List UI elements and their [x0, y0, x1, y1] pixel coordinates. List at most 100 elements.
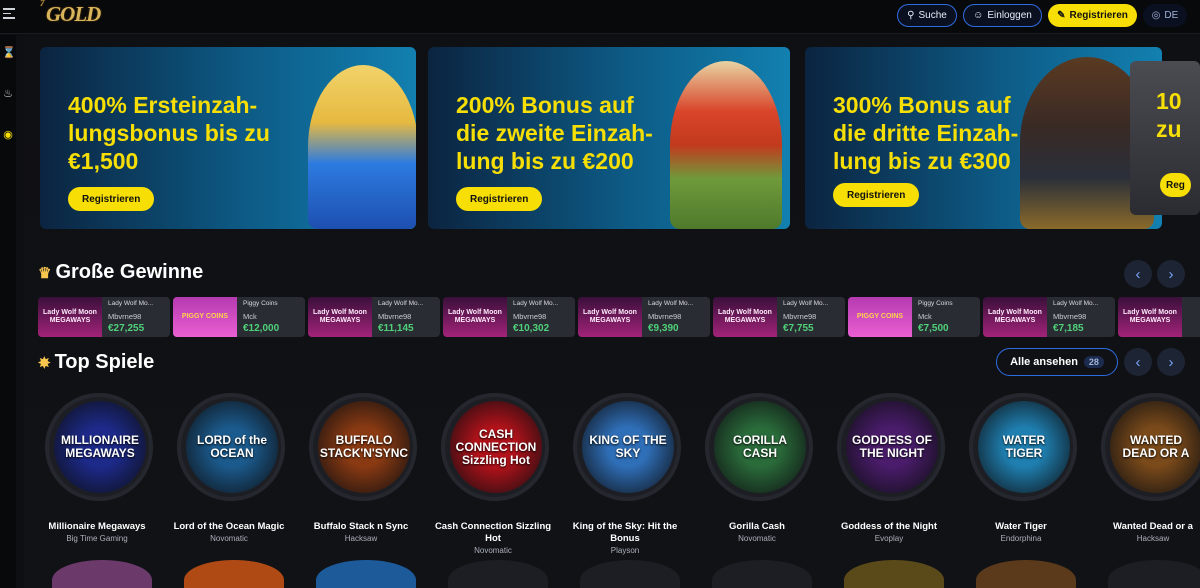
big-wins-next-button[interactable]: ›	[1157, 260, 1185, 288]
top-games-title-text: Top Spiele	[54, 351, 155, 373]
menu-icon[interactable]	[3, 8, 15, 22]
game-tile-row2[interactable]	[976, 560, 1076, 588]
game-tile-row2[interactable]	[316, 560, 416, 588]
game-name: Cash Connection Sizzling Hot	[434, 521, 552, 544]
win-game-name: Lady Wolf Mo...	[783, 300, 829, 307]
game-tile-row2[interactable]	[52, 560, 152, 588]
big-win-card[interactable]: Lady Wolf Moon MEGAWAYS Lady Wolf Mo... Mb…	[308, 297, 440, 337]
big-win-card[interactable]: PIGGY COINS Piggy Coins Mck €7,500	[848, 297, 980, 337]
banner-title: 300% Bonus auf die dritte Einzah- lung b…	[833, 91, 1018, 175]
top-games-next-button[interactable]: ›	[1157, 348, 1185, 376]
big-win-card[interactable]: Lady Wolf Moon MEGAWAYS Lady Wolf Mo... Mb…	[713, 297, 845, 337]
win-username: Mbvrne98	[513, 312, 547, 321]
language-button[interactable]: ◎ DE	[1143, 4, 1187, 27]
win-amount: €10,302	[513, 323, 550, 334]
logo[interactable]: 7 GOLD	[40, 0, 101, 27]
win-game-name: Piggy Coins	[918, 300, 953, 307]
see-all-count-badge: 28	[1083, 356, 1104, 368]
big-win-card[interactable]: Lady Wolf Moon MEGAWAYS Lady Wolf Mo... Mb…	[38, 297, 170, 337]
win-username: Mbvrne98	[648, 312, 682, 321]
promo-banner-4[interactable]: 10 zu Reg	[1130, 61, 1200, 215]
game-thumbnail: Lady Wolf Moon MEGAWAYS	[1118, 297, 1182, 337]
banner-register-button[interactable]: Registrieren	[68, 187, 155, 211]
game-name: Wanted Dead or a	[1113, 521, 1193, 532]
win-amount: €7,185	[1053, 323, 1084, 334]
big-win-card[interactable]: Lady Wolf Moon MEGAWAYS Lady Wolf Mo... Mb…	[443, 297, 575, 337]
game-tile-row2[interactable]	[448, 560, 548, 588]
win-amount: €7,755	[783, 323, 814, 334]
coin-icon[interactable]: ◉	[2, 129, 14, 141]
promo-banner-3[interactable]: 300% Bonus auf die dritte Einzah- lung b…	[805, 47, 1162, 229]
game-name: Lord of the Ocean Magic	[173, 521, 285, 532]
game-art: WANTED DEAD OR A	[1110, 401, 1200, 493]
banner-register-button[interactable]: Registrieren	[456, 187, 543, 211]
see-all-button[interactable]: Alle ansehen 28	[996, 348, 1118, 376]
search-button[interactable]: ⚲ Suche	[897, 4, 957, 27]
game-tile-row2[interactable]	[1108, 560, 1200, 588]
banner-title-text: 300% Bonus auf die dritte Einzah- lung b…	[833, 92, 1019, 174]
login-button[interactable]: ☺ Einloggen	[963, 4, 1042, 27]
big-win-card[interactable]: Lady Wolf Moon MEGAWAYS Lady Wolf Mo... Mb…	[578, 297, 710, 337]
game-name: Millionaire Megaways	[48, 521, 146, 532]
game-tile-row2[interactable]	[184, 560, 284, 588]
game-name: King of the Sky: Hit the Bonus	[572, 521, 678, 544]
game-art: BUFFALO STACK'N'SYNC	[318, 401, 410, 493]
game-name: Buffalo Stack n Sync	[313, 521, 409, 532]
game-art: GODDESS OF THE NIGHT	[846, 401, 938, 493]
language-label: DE	[1164, 10, 1179, 21]
big-wins-title: ♛ Große Gewinne	[38, 261, 203, 284]
top-games-prev-button[interactable]: ‹	[1124, 348, 1152, 376]
big-wins-title-text: Große Gewinne	[55, 261, 204, 283]
win-game-name: Piggy Coins	[243, 300, 278, 307]
win-amount: €11,145	[378, 323, 414, 334]
chevron-left-icon: ‹	[1135, 265, 1141, 283]
banner-title: 200% Bonus auf die zweite Einzah- lung b…	[456, 91, 653, 175]
banner-register-button[interactable]: Reg	[1160, 173, 1191, 197]
big-wins-prev-button[interactable]: ‹	[1124, 260, 1152, 288]
game-name: Gorilla Cash	[729, 521, 785, 532]
banner-title-text: 200% Bonus auf die zweite Einzah- lung b…	[456, 92, 653, 174]
banner-character	[670, 61, 782, 229]
register-label: Registrieren	[1069, 10, 1128, 21]
login-label: Einloggen	[987, 10, 1032, 21]
logo-text: GOLD	[46, 2, 101, 26]
big-win-card[interactable]: Lady Wolf Moon MEGAWAYS	[1118, 297, 1200, 337]
main-content: 400% Ersteinzah- lungsbonus bis zu €1,50…	[24, 35, 1200, 588]
game-thumbnail: Lady Wolf Moon MEGAWAYS	[713, 297, 777, 337]
game-tile-row2[interactable]	[712, 560, 812, 588]
game-provider: Hacksaw	[1136, 534, 1170, 543]
win-amount: €9,390	[648, 323, 679, 334]
win-amount: €7,500	[918, 323, 949, 334]
win-username: Mbvrne98	[378, 312, 412, 321]
game-art: GORILLA CASH	[714, 401, 806, 493]
game-provider: Evoplay	[874, 534, 904, 543]
game-art: CASH CONNECTION Sizzling Hot	[450, 401, 542, 493]
big-win-card[interactable]: PIGGY COINS Piggy Coins Mck €12,000	[173, 297, 305, 337]
chevron-right-icon: ›	[1168, 353, 1174, 371]
banner-register-button[interactable]: Registrieren	[833, 183, 920, 207]
game-thumbnail: PIGGY COINS	[848, 297, 912, 337]
game-thumbnail: PIGGY COINS	[173, 297, 237, 337]
game-provider: Novomatic	[474, 546, 512, 555]
game-tile-row2[interactable]	[580, 560, 680, 588]
game-provider: Endorphina	[1000, 534, 1042, 543]
win-username: Mck	[243, 312, 257, 321]
chevron-right-icon: ›	[1168, 265, 1174, 283]
win-amount: €12,000	[243, 323, 280, 334]
game-art: MILLIONAIRE MEGAWAYS	[54, 401, 146, 493]
promo-banner-2[interactable]: 200% Bonus auf die zweite Einzah- lung b…	[428, 47, 790, 229]
win-game-name: Lady Wolf Mo...	[108, 300, 154, 307]
game-art: WATER TIGER	[978, 401, 1070, 493]
promo-banner-1[interactable]: 400% Ersteinzah- lungsbonus bis zu €1,50…	[40, 47, 416, 229]
search-icon: ⚲	[907, 10, 915, 21]
game-thumbnail: Lady Wolf Moon MEGAWAYS	[578, 297, 642, 337]
search-label: Suche	[918, 10, 947, 21]
edit-icon: ✎	[1057, 10, 1066, 21]
register-button[interactable]: ✎ Registrieren	[1048, 4, 1137, 27]
win-game-name: Lady Wolf Mo...	[378, 300, 424, 307]
banner-title-text: 400% Ersteinzah- lungsbonus bis zu €1,50…	[68, 92, 270, 174]
hourglass-icon[interactable]: ⌛	[2, 47, 16, 59]
cow-icon[interactable]: ♨	[2, 88, 14, 100]
big-win-card[interactable]: Lady Wolf Moon MEGAWAYS Lady Wolf Mo... Mb…	[983, 297, 1115, 337]
game-tile-row2[interactable]	[844, 560, 944, 588]
